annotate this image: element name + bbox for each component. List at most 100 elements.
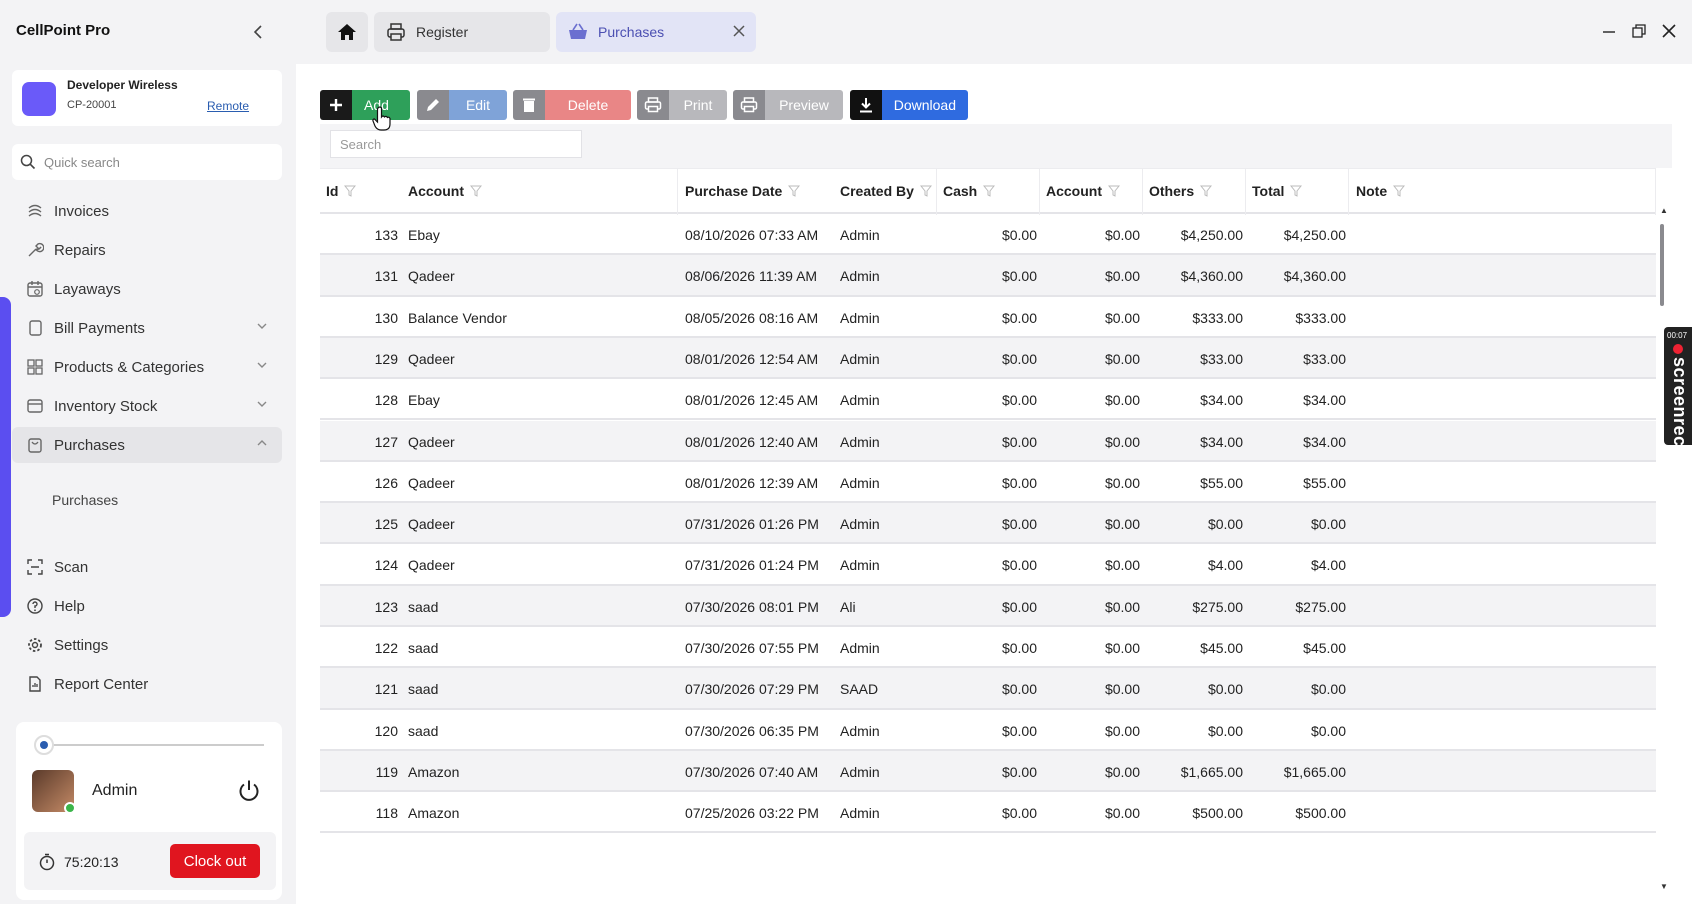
cell-account-amount: $0.00 (1104, 268, 1140, 285)
column-divider (1039, 169, 1040, 215)
bill-icon (24, 317, 46, 339)
table-row[interactable]: 130 Balance Vendor 08/05/2026 08:16 AM Admi… (320, 297, 1656, 338)
filter-icon[interactable] (1108, 185, 1120, 197)
table-row[interactable]: 122 saad 07/30/2026 07:55 PM Admin $0.00 $0.0… (320, 627, 1656, 669)
cell-created-by: Admin (840, 268, 880, 285)
clock-row: 75:20:13 Clock out (24, 832, 276, 890)
minimize-button[interactable] (1600, 22, 1618, 40)
table-row[interactable]: 128 Ebay 08/01/2026 12:45 AM Admin $0.00 $0.0… (320, 379, 1656, 421)
sidebar-item-layaways[interactable]: Layaways (12, 271, 282, 307)
close-icon[interactable] (732, 24, 746, 38)
table-row[interactable]: 127 Qadeer 08/01/2026 12:40 AM Admin $0.00 $0… (320, 420, 1656, 462)
column-header-id[interactable]: Id (326, 183, 357, 199)
sidebar-item-settings[interactable]: Settings (12, 627, 282, 663)
preview-button[interactable]: Preview (733, 90, 843, 120)
cell-total: $275.00 (1295, 598, 1346, 615)
restore-button[interactable] (1630, 22, 1648, 40)
sidebar-item-invoices[interactable]: Invoices (12, 193, 282, 229)
sidebar-item-products-categories[interactable]: Products & Categories (12, 349, 282, 385)
scrollbar-thumb[interactable] (1660, 224, 1664, 306)
sidebar-item-help[interactable]: Help (12, 588, 282, 624)
filter-icon[interactable] (1200, 185, 1213, 197)
tab-register[interactable]: Register (374, 12, 550, 52)
filter-icon[interactable] (983, 185, 996, 197)
column-header-purchase-date[interactable]: Purchase Date (685, 183, 801, 199)
column-divider (936, 169, 937, 215)
table-row[interactable]: 119 Amazon 07/30/2026 07:40 AM Admin $0.00 $0… (320, 750, 1656, 793)
cell-account: Qadeer (408, 350, 455, 367)
table-row[interactable]: 125 Qadeer 07/31/2026 01:26 PM Admin $0.00 $0… (320, 503, 1656, 545)
chevron-down-icon (257, 323, 267, 329)
column-label: Note (1356, 183, 1388, 199)
column-label: Others (1149, 183, 1195, 199)
cell-account-amount: $0.00 (1104, 516, 1140, 533)
table-row[interactable]: 123 saad 07/30/2026 08:01 PM Ali $0.00 $0.00 $… (320, 585, 1656, 627)
quick-search-input[interactable] (44, 152, 269, 172)
column-header-account[interactable]: Account (408, 183, 482, 199)
basket-icon (24, 434, 46, 456)
cell-cash: $0.00 (1001, 309, 1037, 326)
column-label: Total (1252, 183, 1285, 199)
cell-others: $55.00 (1200, 474, 1243, 491)
cell-total: $4,250.00 (1283, 227, 1346, 243)
filter-icon[interactable] (470, 185, 482, 197)
collapse-sidebar-button[interactable] (248, 20, 268, 44)
main-panel: Add Edit Delete Print Preview Download I… (296, 64, 1692, 904)
scroll-up-arrow[interactable]: ▲ (1660, 206, 1668, 215)
cell-purchase-date: 07/31/2026 01:24 PM (685, 557, 819, 574)
delete-button[interactable]: Delete (513, 90, 631, 120)
table-row[interactable]: 121 saad 07/30/2026 07:29 PM SAAD $0.00 $0.00… (320, 668, 1656, 710)
close-window-button[interactable] (1660, 22, 1678, 40)
print-button[interactable]: Print (637, 90, 727, 120)
sidebar-item-purchases[interactable]: Purchases (12, 427, 282, 463)
sidebar-item-report-center[interactable]: Report Center (12, 666, 282, 702)
home-tab[interactable] (326, 12, 368, 52)
filter-icon[interactable] (1393, 185, 1406, 197)
store-avatar (22, 82, 56, 116)
cell-total: $4.00 (1310, 557, 1346, 574)
table-row[interactable]: 120 saad 07/30/2026 06:35 PM Admin $0.00 $0.0… (320, 710, 1656, 751)
slider-knob[interactable] (34, 735, 54, 755)
logout-button[interactable] (236, 778, 262, 804)
tab-purchases[interactable]: Purchases (556, 12, 756, 52)
close-icon (1662, 24, 1676, 38)
add-button[interactable]: Add (320, 90, 410, 120)
remote-link[interactable]: Remote (207, 99, 249, 113)
cell-account-amount: $0.00 (1104, 309, 1140, 326)
cell-total: $500.00 (1295, 805, 1346, 822)
cell-account: saad (408, 722, 439, 739)
filter-icon[interactable] (344, 185, 357, 197)
filter-icon[interactable] (788, 185, 801, 197)
sidebar-item-label: Help (54, 597, 85, 615)
sidebar-item-repairs[interactable]: Repairs (12, 232, 282, 268)
table-row[interactable]: 126 Qadeer 08/01/2026 12:39 AM Admin $0.00 $0… (320, 462, 1656, 504)
sidebar-item-inventory-stock[interactable]: Inventory Stock (12, 388, 282, 424)
filter-icon[interactable] (1290, 185, 1303, 197)
plus-icon (320, 90, 352, 120)
edit-button[interactable]: Edit (417, 90, 507, 120)
table-row[interactable]: 124 Qadeer 07/31/2026 01:24 PM Admin $0.00 $0… (320, 544, 1656, 586)
scroll-down-arrow[interactable]: ▼ (1660, 882, 1668, 891)
sidebar-item-scan[interactable]: Scan (12, 549, 282, 585)
column-header-account-amount[interactable]: Account (1046, 183, 1120, 199)
sidebar-subitem-purchases[interactable]: Purchases (52, 492, 118, 508)
column-header-total[interactable]: Total (1252, 183, 1303, 199)
filter-icon[interactable] (919, 185, 932, 197)
screen-recorder-badge[interactable]: 00:07 screenrec (1664, 327, 1692, 447)
pencil-icon (417, 90, 449, 120)
column-header-created-by[interactable]: Created By (840, 183, 932, 199)
column-header-cash[interactable]: Cash (943, 183, 996, 199)
table-row[interactable]: 118 Amazon 07/25/2026 03:22 PM Admin $0.00 $0… (320, 792, 1656, 834)
grid-search-input[interactable] (330, 130, 582, 158)
app-title: CellPoint Pro (16, 22, 111, 39)
sidebar-item-bill-payments[interactable]: Bill Payments (12, 310, 282, 346)
table-row[interactable]: 133 Ebay 08/10/2026 07:33 AM Admin $0.00 $0.0… (320, 214, 1656, 256)
table-row[interactable]: 131 Qadeer 08/06/2026 11:39 AM Admin $0.00 $0… (320, 255, 1656, 297)
table-row[interactable]: 129 Qadeer 08/01/2026 12:54 AM Admin $0.00 $0… (320, 337, 1656, 380)
cell-created-by: Admin (840, 474, 880, 491)
column-header-others[interactable]: Others (1149, 183, 1213, 199)
column-label: Account (408, 183, 464, 199)
clock-out-button[interactable]: Clock out (170, 844, 260, 878)
download-button[interactable]: Download (850, 90, 968, 120)
column-header-note[interactable]: Note (1356, 183, 1406, 199)
